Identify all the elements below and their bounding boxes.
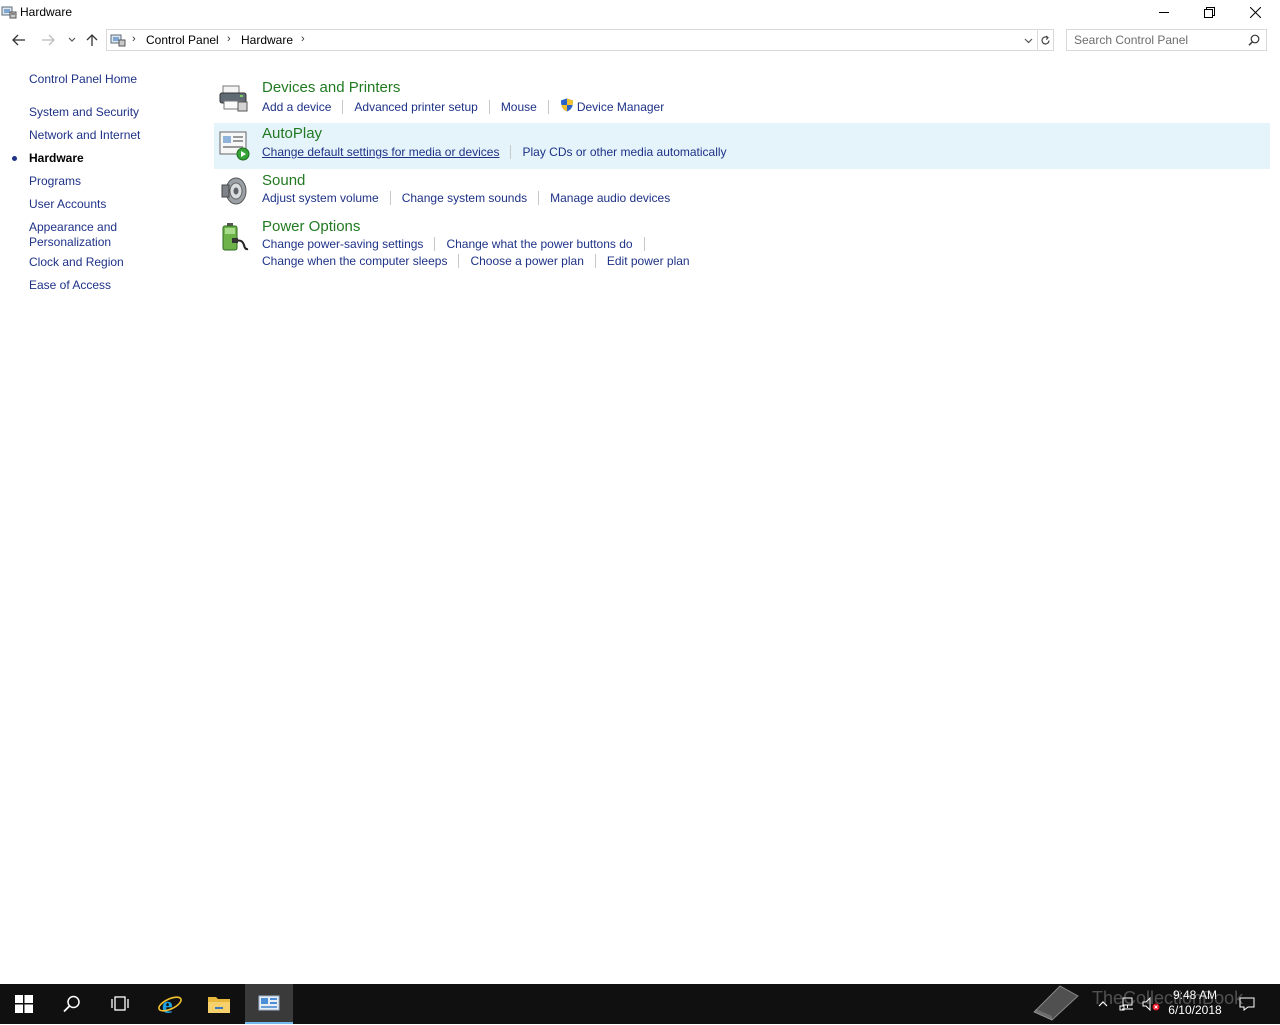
recent-locations-chevron-icon[interactable] bbox=[62, 30, 82, 50]
change-power-buttons-link[interactable]: Change what the power buttons do bbox=[446, 237, 632, 251]
link-divider bbox=[434, 237, 436, 251]
category-sound: Sound Adjust system volume Change system… bbox=[214, 171, 1270, 215]
devices-and-printers-links: Add a device Advanced printer setup Mous… bbox=[262, 98, 664, 115]
sidebar-item-user-accounts[interactable]: User Accounts bbox=[29, 197, 106, 212]
change-default-autoplay-settings-link[interactable]: Change default settings for media or dev… bbox=[262, 145, 499, 159]
sound-links: Adjust system volume Change system sound… bbox=[262, 191, 670, 205]
breadcrumb-separator-icon[interactable]: › bbox=[301, 33, 305, 45]
minimize-button[interactable] bbox=[1141, 0, 1187, 24]
internet-explorer-button[interactable]: e bbox=[146, 984, 194, 1024]
category-devices-and-printers: Devices and Printers Add a device Advanc… bbox=[214, 78, 1270, 122]
link-divider bbox=[488, 99, 490, 114]
back-arrow-icon[interactable] bbox=[9, 30, 29, 50]
sidebar-item-ease-of-access[interactable]: Ease of Access bbox=[29, 278, 111, 293]
search-input[interactable] bbox=[1074, 33, 1244, 47]
speaker-icon bbox=[218, 175, 250, 207]
link-divider bbox=[389, 191, 391, 205]
link-divider bbox=[643, 237, 645, 251]
title-bar: Hardware bbox=[0, 0, 1280, 26]
sidebar-item-system-and-security[interactable]: System and Security bbox=[29, 105, 139, 120]
sidebar-item-appearance-and-personalization-line2[interactable]: Personalization bbox=[29, 235, 111, 250]
link-divider bbox=[547, 99, 549, 114]
control-panel-icon bbox=[1, 4, 17, 20]
add-a-device-link[interactable]: Add a device bbox=[262, 100, 331, 114]
choose-a-power-plan-link[interactable]: Choose a power plan bbox=[470, 254, 583, 268]
sidebar-item-control-panel-home[interactable]: Control Panel Home bbox=[29, 72, 137, 87]
breadcrumb-control-panel[interactable]: Control Panel bbox=[146, 33, 219, 47]
power-options-links-row2: Change when the computer sleeps Choose a… bbox=[262, 254, 690, 268]
sidebar-item-network-and-internet[interactable]: Network and Internet bbox=[29, 128, 140, 143]
watermark-book-icon bbox=[1030, 982, 1082, 1025]
power-options-links-row1: Change power-saving settings Change what… bbox=[262, 237, 656, 251]
autoplay-icon bbox=[218, 129, 250, 161]
category-power-options: Power Options Change power-saving settin… bbox=[214, 217, 1270, 277]
watermark-text: TheCollectionBook bbox=[1092, 988, 1244, 1008]
file-explorer-button[interactable] bbox=[195, 984, 243, 1024]
link-divider bbox=[510, 145, 512, 159]
windows-logo-icon bbox=[15, 995, 33, 1013]
search-taskbar-button[interactable] bbox=[48, 984, 96, 1024]
address-bar[interactable]: › Control Panel › Hardware › bbox=[106, 29, 1038, 51]
forward-arrow-icon[interactable] bbox=[38, 30, 58, 50]
adjust-system-volume-link[interactable]: Adjust system volume bbox=[262, 191, 379, 205]
close-button[interactable] bbox=[1232, 0, 1278, 24]
change-power-saving-settings-link[interactable]: Change power-saving settings bbox=[262, 237, 423, 251]
control-panel-icon bbox=[258, 995, 280, 1011]
breadcrumb-separator-icon[interactable]: › bbox=[227, 33, 231, 45]
sidebar-item-programs[interactable]: Programs bbox=[29, 174, 81, 189]
up-arrow-icon[interactable] bbox=[82, 30, 102, 50]
devices-and-printers-title[interactable]: Devices and Printers bbox=[262, 79, 400, 96]
current-page-bullet bbox=[12, 156, 17, 161]
sidebar-item-hardware: Hardware bbox=[29, 151, 84, 165]
search-icon bbox=[63, 995, 80, 1013]
taskbar: e 9:48 AM 6/10/2018 bbox=[0, 984, 1280, 1024]
search-box[interactable] bbox=[1066, 29, 1267, 51]
control-panel-location-icon bbox=[110, 32, 126, 48]
svg-text:e: e bbox=[162, 993, 173, 1016]
device-manager-link[interactable]: Device Manager bbox=[577, 100, 664, 114]
sidebar-item-appearance-and-personalization[interactable]: Appearance and bbox=[29, 220, 117, 235]
link-divider bbox=[342, 99, 344, 114]
task-view-icon bbox=[111, 996, 129, 1011]
category-autoplay[interactable]: AutoPlay Change default settings for med… bbox=[214, 123, 1270, 169]
link-divider bbox=[594, 254, 596, 268]
change-when-computer-sleeps-link[interactable]: Change when the computer sleeps bbox=[262, 254, 447, 268]
window-title: Hardware bbox=[20, 5, 73, 19]
restore-button[interactable] bbox=[1186, 0, 1232, 24]
mouse-link[interactable]: Mouse bbox=[501, 100, 537, 114]
search-icon[interactable] bbox=[1248, 34, 1260, 49]
autoplay-title[interactable]: AutoPlay bbox=[262, 125, 322, 142]
uac-shield-icon bbox=[560, 98, 574, 115]
play-cds-automatically-link[interactable]: Play CDs or other media automatically bbox=[522, 145, 726, 159]
internet-explorer-icon: e bbox=[158, 993, 182, 1016]
advanced-printer-setup-link[interactable]: Advanced printer setup bbox=[354, 100, 477, 114]
sound-title[interactable]: Sound bbox=[262, 172, 305, 189]
navigation-bar: › Control Panel › Hardware › bbox=[0, 27, 1280, 53]
sidebar-item-clock-and-region[interactable]: Clock and Region bbox=[29, 255, 124, 270]
power-options-title[interactable]: Power Options bbox=[262, 218, 360, 235]
folder-icon bbox=[208, 997, 230, 1013]
breadcrumb-separator-icon[interactable]: › bbox=[132, 33, 136, 45]
refresh-button[interactable] bbox=[1038, 29, 1054, 51]
address-dropdown-chevron-icon[interactable] bbox=[1021, 33, 1035, 49]
change-system-sounds-link[interactable]: Change system sounds bbox=[402, 191, 527, 205]
manage-audio-devices-link[interactable]: Manage audio devices bbox=[550, 191, 670, 205]
start-button[interactable] bbox=[0, 984, 48, 1024]
link-divider bbox=[458, 254, 460, 268]
printer-icon bbox=[218, 82, 250, 114]
edit-power-plan-link[interactable]: Edit power plan bbox=[607, 254, 690, 268]
autoplay-links: Change default settings for media or dev… bbox=[262, 145, 727, 159]
link-divider bbox=[538, 191, 540, 205]
control-panel-taskbar-button[interactable] bbox=[245, 984, 293, 1024]
battery-icon bbox=[218, 221, 250, 253]
breadcrumb-hardware[interactable]: Hardware bbox=[241, 33, 293, 47]
task-view-button[interactable] bbox=[96, 984, 144, 1024]
